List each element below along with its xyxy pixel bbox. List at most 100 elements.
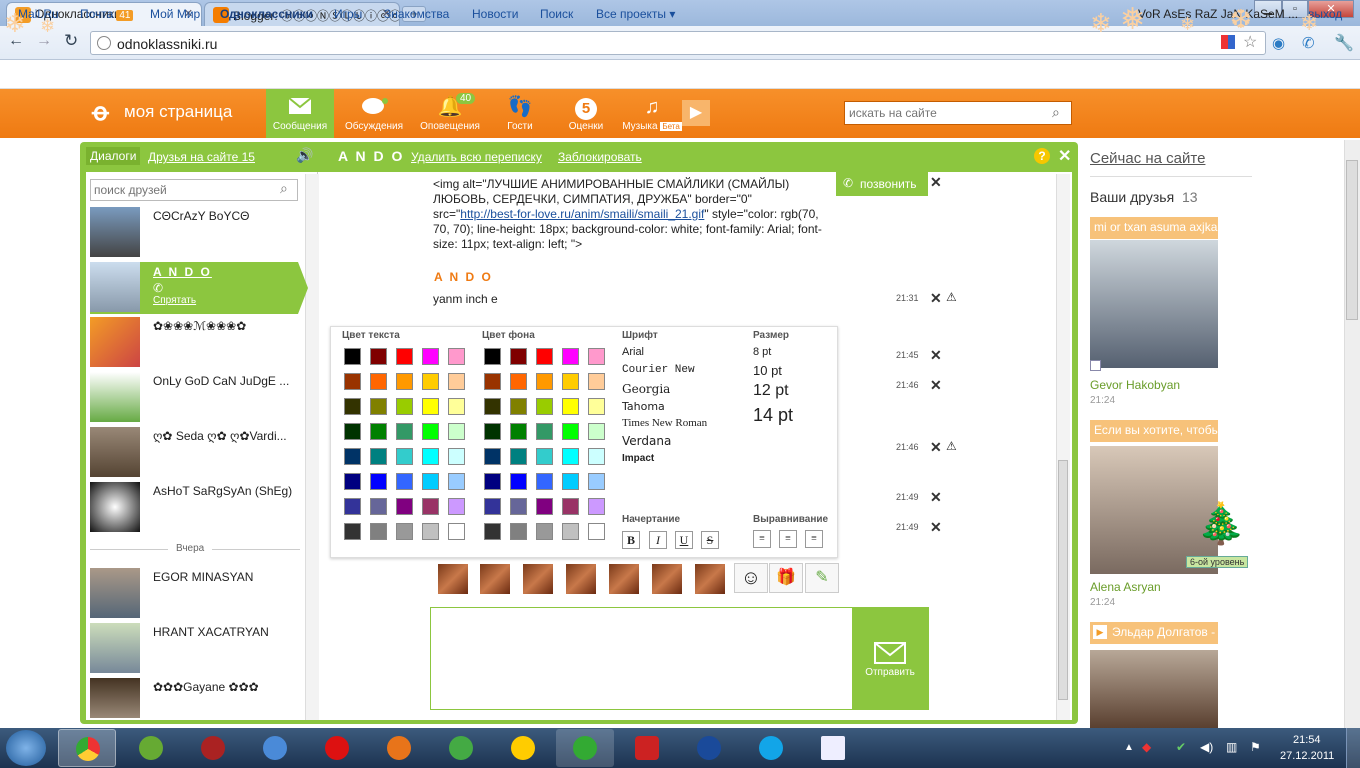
- link-poisk[interactable]: Поиск: [540, 7, 573, 21]
- bg-color-swatch[interactable]: [536, 398, 553, 415]
- text-color-swatch[interactable]: [448, 373, 465, 390]
- text-color-swatch[interactable]: [448, 523, 465, 540]
- bg-color-swatch[interactable]: [588, 398, 605, 415]
- bg-color-swatch[interactable]: [536, 448, 553, 465]
- taskbar-document[interactable]: [804, 729, 862, 767]
- bg-color-swatch[interactable]: [484, 473, 501, 490]
- text-color-swatch[interactable]: [448, 473, 465, 490]
- bg-color-swatch[interactable]: [562, 348, 579, 365]
- friend-row[interactable]: OnLy GoD CaN JuDgE ...: [90, 372, 300, 424]
- friend-row[interactable]: ღ✿ Seda ღ✿ ღ✿Vardi...: [90, 427, 300, 479]
- star-icon[interactable]: ☆: [1243, 32, 1257, 52]
- warning-icon[interactable]: ⚠: [946, 439, 957, 453]
- link-znakomstva[interactable]: Знакомства: [384, 7, 449, 21]
- taskbar-flash[interactable]: [618, 729, 676, 767]
- taskbar-utorrent[interactable]: [432, 729, 490, 767]
- page-scroll-thumb[interactable]: [1346, 160, 1358, 320]
- clock-date[interactable]: 27.12.2011: [1280, 750, 1334, 762]
- text-color-swatch[interactable]: [396, 473, 413, 490]
- smiley-icon[interactable]: ☺: [734, 563, 768, 593]
- bg-color-swatch[interactable]: [588, 373, 605, 390]
- status-caption[interactable]: Если вы хотите, чтобы: [1090, 420, 1218, 442]
- text-color-swatch[interactable]: [370, 498, 387, 515]
- text-color-swatch[interactable]: [344, 473, 361, 490]
- text-color-swatch[interactable]: [448, 498, 465, 515]
- ok-logo-icon[interactable]: ꝋ: [92, 98, 109, 127]
- search-icon[interactable]: ⌕: [1052, 104, 1060, 121]
- nav-messages[interactable]: Сообщения: [267, 89, 333, 138]
- bg-color-swatch[interactable]: [484, 373, 501, 390]
- text-color-swatch[interactable]: [396, 423, 413, 440]
- underline-button[interactable]: U: [675, 531, 693, 549]
- status-caption[interactable]: Эльдар Долгатов -: [1090, 622, 1218, 644]
- text-color-swatch[interactable]: [422, 473, 439, 490]
- text-color-swatch[interactable]: [370, 423, 387, 440]
- bg-color-swatch[interactable]: [484, 523, 501, 540]
- delete-message-icon[interactable]: ✕: [930, 290, 942, 307]
- background-thumbnail[interactable]: [480, 564, 510, 594]
- tab-friends-online[interactable]: Друзья на сайте 15: [148, 150, 255, 164]
- user-name[interactable]: VoR AsEs RaZ JaN KaSeM ...: [1138, 7, 1298, 21]
- friend-row[interactable]: AsHoT SaRgSyAn (ShEg): [90, 482, 300, 534]
- font-option-verdana[interactable]: Verdana: [622, 434, 671, 448]
- strike-button[interactable]: S: [701, 531, 719, 549]
- bg-color-swatch[interactable]: [510, 523, 527, 540]
- site-search-input[interactable]: [844, 101, 1072, 125]
- bg-color-swatch[interactable]: [510, 498, 527, 515]
- size-option-8[interactable]: 8 pt: [753, 346, 771, 358]
- taskbar-safari[interactable]: [246, 729, 304, 767]
- close-dialog-icon[interactable]: ✕: [1058, 146, 1071, 166]
- nav-music[interactable]: ♫ Музыка Бета: [619, 89, 685, 138]
- friend-row[interactable]: HRANT XACATRYAN: [90, 623, 300, 675]
- speaker-icon[interactable]: 🔊: [296, 147, 313, 164]
- text-color-swatch[interactable]: [422, 398, 439, 415]
- volume-icon[interactable]: ◀): [1200, 740, 1213, 754]
- font-option-courier[interactable]: Courier New: [622, 364, 695, 376]
- bg-color-swatch[interactable]: [510, 373, 527, 390]
- delete-all-link[interactable]: Удалить всю переписку: [411, 150, 542, 164]
- send-button[interactable]: Отправить: [852, 608, 928, 709]
- friends-scrollbar[interactable]: [305, 174, 319, 720]
- text-color-swatch[interactable]: [422, 373, 439, 390]
- text-color-swatch[interactable]: [422, 348, 439, 365]
- text-color-swatch[interactable]: [344, 373, 361, 390]
- font-option-impact[interactable]: Impact: [622, 453, 654, 464]
- bg-color-swatch[interactable]: [588, 523, 605, 540]
- nav-guests[interactable]: 👣 Гости: [487, 89, 553, 138]
- link-odnoklassniki[interactable]: Одноклассники: [220, 7, 313, 21]
- font-option-tahoma[interactable]: Tahoma: [622, 400, 665, 413]
- text-color-swatch[interactable]: [370, 373, 387, 390]
- text-color-swatch[interactable]: [344, 448, 361, 465]
- reload-icon[interactable]: ↻: [64, 31, 78, 51]
- bg-color-swatch[interactable]: [588, 448, 605, 465]
- help-icon[interactable]: ?: [1034, 148, 1050, 164]
- delete-message-icon[interactable]: ✕: [930, 519, 942, 536]
- text-color-swatch[interactable]: [396, 398, 413, 415]
- taskbar-bluetooth[interactable]: [680, 729, 738, 767]
- font-option-times[interactable]: Times New Roman: [622, 417, 707, 429]
- bg-color-swatch[interactable]: [510, 423, 527, 440]
- bg-color-swatch[interactable]: [510, 348, 527, 365]
- taskbar-opera[interactable]: [308, 729, 366, 767]
- taskbar-agent[interactable]: [494, 729, 552, 767]
- bg-color-swatch[interactable]: [588, 473, 605, 490]
- text-color-swatch[interactable]: [396, 373, 413, 390]
- background-thumbnail[interactable]: [609, 564, 639, 594]
- translate-icon[interactable]: [1221, 35, 1235, 49]
- size-option-10[interactable]: 10 pt: [753, 363, 782, 378]
- tray-icon[interactable]: ◆: [1142, 740, 1151, 754]
- extension-icon[interactable]: ◉: [1272, 34, 1285, 52]
- link-novosti[interactable]: Новости: [472, 7, 518, 21]
- background-thumbnail[interactable]: [652, 564, 682, 594]
- tab-dialogs[interactable]: Диалоги: [86, 147, 141, 165]
- block-link[interactable]: Заблокировать: [558, 150, 642, 164]
- bg-color-swatch[interactable]: [484, 423, 501, 440]
- bg-color-swatch[interactable]: [562, 523, 579, 540]
- text-color-swatch[interactable]: [422, 498, 439, 515]
- bg-color-swatch[interactable]: [536, 498, 553, 515]
- bg-color-swatch[interactable]: [484, 348, 501, 365]
- gift-icon[interactable]: 🎁: [769, 563, 803, 593]
- start-button[interactable]: [6, 730, 46, 766]
- text-color-swatch[interactable]: [370, 523, 387, 540]
- italic-button[interactable]: I: [649, 531, 667, 549]
